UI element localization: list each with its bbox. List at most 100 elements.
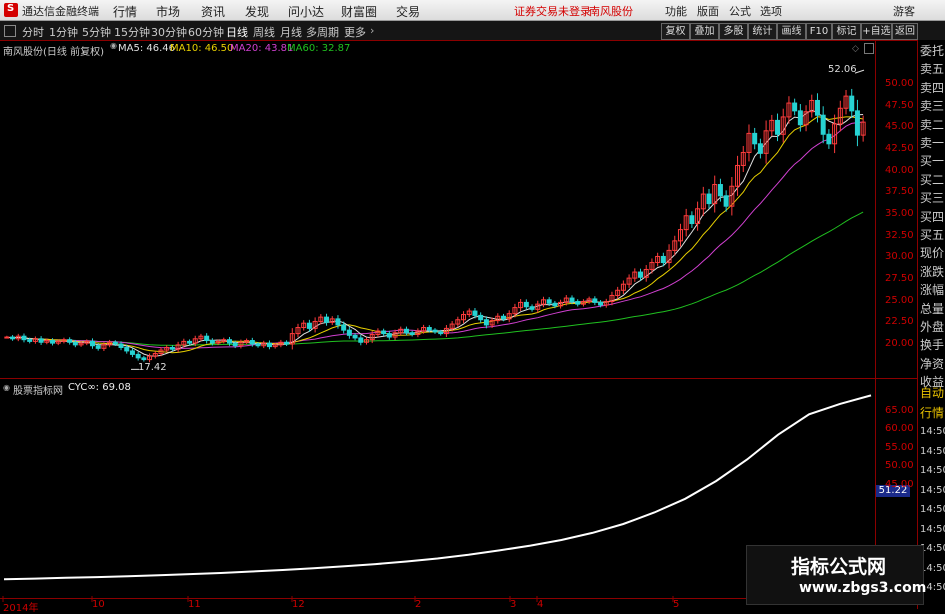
mark-button[interactable]: 标记 bbox=[832, 23, 861, 40]
chart-canvas[interactable] bbox=[0, 40, 875, 609]
candle-body bbox=[523, 301, 529, 308]
candle-body bbox=[306, 322, 312, 329]
period-fenshi[interactable]: 分时 bbox=[22, 24, 44, 40]
price-axis-label: 22.50 bbox=[885, 316, 914, 328]
user-label[interactable]: 游客 bbox=[893, 3, 915, 19]
login-warning[interactable]: 证券交易未登录 bbox=[514, 3, 591, 19]
price-axis-label: 30.00 bbox=[885, 251, 914, 263]
auto-quote-label[interactable]: 自动 bbox=[920, 386, 945, 400]
candle-body bbox=[689, 215, 695, 225]
price-axis-label: 20.00 bbox=[885, 338, 914, 349]
menu-hangqing[interactable]: 行情 bbox=[113, 3, 137, 20]
date-axis-label: 5 bbox=[673, 599, 680, 610]
back-button[interactable]: 返回 bbox=[892, 23, 918, 40]
candle-body bbox=[432, 329, 438, 333]
date-axis-label: 3 bbox=[510, 599, 517, 610]
period-5min[interactable]: 5分钟 bbox=[82, 24, 111, 40]
chevron-right-icon[interactable]: › bbox=[370, 24, 374, 37]
price-axis-label: 45.00 bbox=[885, 121, 914, 133]
period-daily[interactable]: 日线 bbox=[226, 24, 248, 40]
overlay-button[interactable]: 叠加 bbox=[690, 23, 719, 40]
high-price-label: 52.06 bbox=[828, 64, 857, 76]
candle-body bbox=[826, 133, 832, 145]
period-1min[interactable]: 1分钟 bbox=[49, 24, 78, 40]
candle-body bbox=[575, 301, 581, 305]
period-more[interactable]: 更多 bbox=[344, 24, 366, 40]
f10-button[interactable]: F10 bbox=[806, 23, 832, 40]
add-watchlist-button[interactable]: +自选 bbox=[861, 23, 892, 40]
period-toolbar: 分时 1分钟 5分钟 15分钟 30分钟 60分钟 日线 周线 月线 多周期 更… bbox=[0, 21, 945, 41]
candle-body bbox=[849, 95, 855, 112]
candle-body bbox=[141, 357, 147, 361]
indicator-axis-label: 55.00 bbox=[885, 441, 914, 453]
menu-wenxiaoda[interactable]: 问小达 bbox=[288, 3, 324, 20]
candle-body bbox=[552, 302, 558, 307]
draw-line-button[interactable]: 画线 bbox=[777, 23, 806, 40]
candle-body bbox=[814, 99, 820, 116]
quote-field-label: 买四 bbox=[920, 209, 945, 224]
menu-faxian[interactable]: 发现 bbox=[245, 3, 269, 20]
menu-banmian[interactable]: 版面 bbox=[697, 3, 719, 19]
period-15min[interactable]: 15分钟 bbox=[114, 24, 150, 40]
candle-body bbox=[204, 335, 210, 342]
candle-body bbox=[403, 328, 409, 334]
candle-body bbox=[38, 338, 44, 343]
price-axis-label: 25.00 bbox=[885, 294, 914, 306]
watermark-box: 指标公式网 www.zbgs3.com bbox=[746, 545, 926, 605]
candle-body bbox=[4, 336, 10, 339]
candle-body bbox=[409, 332, 415, 335]
price-axis-label: 37.50 bbox=[885, 186, 914, 198]
candle-body bbox=[10, 336, 16, 340]
menu-jiaoyi[interactable]: 交易 bbox=[396, 3, 420, 20]
candle-body bbox=[335, 318, 341, 326]
quote-field-label: 卖三 bbox=[920, 99, 945, 114]
multi-stock-button[interactable]: 多股 bbox=[719, 23, 748, 40]
candle-body bbox=[249, 340, 255, 345]
candle-body bbox=[169, 346, 175, 350]
toggle-panel-icon[interactable] bbox=[4, 25, 16, 37]
quote-field-label: 净资 bbox=[920, 356, 945, 371]
date-axis-label: 11 bbox=[188, 599, 201, 610]
tick-time-label: 14:50 bbox=[920, 504, 945, 515]
quote-field-label: 买五 bbox=[920, 228, 945, 242]
ma20-line bbox=[6, 121, 864, 349]
indicator-axis-label: 65.00 bbox=[885, 404, 914, 416]
period-monthly[interactable]: 月线 bbox=[280, 24, 302, 40]
period-weekly[interactable]: 周线 bbox=[253, 24, 275, 40]
candle-body bbox=[95, 345, 101, 349]
statistics-button[interactable]: 统计 bbox=[748, 23, 777, 40]
period-60min[interactable]: 60分钟 bbox=[188, 24, 224, 40]
candle-body bbox=[386, 333, 392, 338]
menu-gongshi[interactable]: 公式 bbox=[729, 3, 751, 19]
period-30min[interactable]: 30分钟 bbox=[151, 24, 187, 40]
candle-body bbox=[346, 329, 352, 336]
candle-body bbox=[638, 271, 644, 278]
candle-body bbox=[854, 110, 860, 136]
candle-body bbox=[598, 301, 604, 306]
quote-field-label: 换手 bbox=[920, 338, 945, 353]
menu-bar: 通达信金融终端 行情 市场 资讯 发现 问小达 财富圈 交易 证券交易未登录 南… bbox=[0, 0, 945, 21]
menu-caifuquan[interactable]: 财富圈 bbox=[341, 3, 377, 20]
candle-body bbox=[472, 310, 478, 316]
fuquan-button[interactable]: 复权 bbox=[661, 23, 690, 40]
menu-gongneng[interactable]: 功能 bbox=[665, 3, 687, 19]
date-axis-label: 10 bbox=[92, 599, 105, 610]
cyc-line bbox=[3, 394, 872, 581]
quote-field-label: 买二 bbox=[920, 172, 945, 187]
period-multi[interactable]: 多周期 bbox=[306, 24, 339, 40]
date-axis-label: 12 bbox=[292, 599, 305, 610]
candle-body bbox=[324, 316, 330, 323]
menu-zixun[interactable]: 资讯 bbox=[201, 3, 225, 20]
menu-shichang[interactable]: 市场 bbox=[156, 3, 180, 20]
tick-time-label: 14:50 bbox=[920, 465, 945, 476]
quote-field-label: 涨跌 bbox=[920, 264, 945, 279]
candle-body bbox=[358, 337, 364, 343]
tick-time-label: 14:50 bbox=[920, 426, 945, 437]
candle-body bbox=[706, 193, 712, 205]
auto-quote-label[interactable]: 行情 bbox=[920, 406, 945, 420]
menu-xuanxiang[interactable]: 选项 bbox=[760, 3, 782, 19]
current-stock-name: 南风股份 bbox=[589, 5, 633, 18]
quote-field-label: 外盘 bbox=[920, 320, 945, 334]
candle-body bbox=[129, 350, 135, 355]
candle-body bbox=[752, 132, 758, 145]
